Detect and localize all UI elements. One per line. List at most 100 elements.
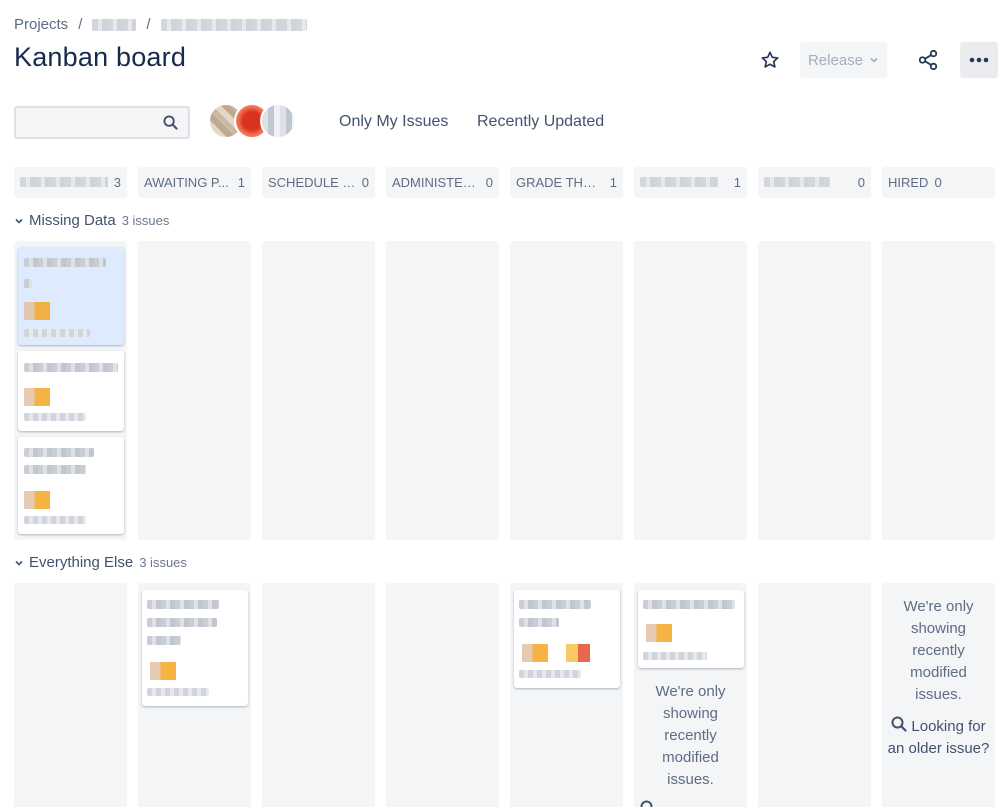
column-name (640, 175, 728, 190)
star-button[interactable] (758, 48, 782, 72)
card-key (147, 688, 209, 696)
card-key (24, 413, 86, 421)
column-cell (758, 583, 871, 807)
recently-modified-message: We're only showing recently modified iss… (634, 681, 747, 791)
column-cell (14, 583, 127, 807)
filter-recently-updated[interactable]: Recently Updated (477, 113, 604, 131)
issue-card[interactable] (514, 590, 620, 688)
message-line: issues. (915, 686, 962, 703)
chevron-down-icon (15, 218, 23, 224)
column-header: SCHEDULE P... 0 (262, 167, 375, 198)
message-line: showing (662, 705, 719, 722)
column-cell (882, 241, 995, 540)
release-label: Release (807, 51, 864, 69)
breadcrumb-separator: / (146, 16, 151, 33)
release-button[interactable]: Release (800, 42, 887, 78)
assignee-avatar (24, 388, 50, 406)
breadcrumb-project-name[interactable] (92, 18, 137, 31)
column-header: ADMINISTER ... 0 (386, 167, 499, 198)
star-icon (761, 51, 779, 68)
assignee-avatar (150, 662, 176, 680)
older-link-text: an older issue? (887, 740, 990, 757)
breadcrumb: Projects / / (14, 16, 307, 33)
swimlane-title: Missing Data (29, 212, 116, 229)
issue-card[interactable] (142, 590, 248, 706)
swimlane-header-missing-data[interactable]: Missing Data 3 issues (14, 212, 169, 229)
card-summary (24, 363, 118, 372)
card-key (24, 329, 90, 337)
chevron-down-icon (15, 560, 23, 566)
card-summary (147, 600, 219, 609)
more-icon (969, 57, 989, 63)
assignee-avatar (566, 644, 590, 662)
message-line: modified (662, 749, 719, 766)
card-key (519, 670, 581, 678)
assignee-avatar (24, 491, 50, 509)
column-count: 0 (485, 175, 493, 190)
search-icon (640, 800, 653, 807)
more-actions-button[interactable] (960, 42, 998, 78)
column-header: 3 (14, 167, 127, 198)
swimlane-issue-count: 3 issues (121, 213, 170, 228)
swimlane-header-everything-else[interactable]: Everything Else 3 issues (14, 554, 187, 571)
column-cell (138, 241, 251, 540)
column-cell (758, 241, 871, 540)
column-count: 3 (113, 175, 121, 190)
column-name: GRADE THE T... (516, 175, 604, 190)
card-summary (147, 618, 217, 627)
column-header: GRADE THE T... 1 (510, 167, 623, 198)
message-line: recently (912, 642, 965, 659)
column-name (764, 175, 852, 190)
card-summary (24, 279, 32, 288)
breadcrumb-board-name[interactable] (160, 18, 307, 31)
search-icon (163, 115, 178, 130)
column-header: HIRED 0 (882, 167, 995, 198)
message-line: showing (910, 620, 967, 637)
swimlane-issue-count: 3 issues (139, 555, 187, 570)
column-header: 1 (634, 167, 747, 198)
column-count: 1 (609, 175, 617, 190)
column-cell (634, 241, 747, 540)
column-cell (386, 583, 499, 807)
card-key (643, 652, 707, 660)
card-summary (147, 636, 181, 645)
chevron-down-icon (870, 57, 878, 63)
column-cell (510, 241, 623, 540)
column-count: 1 (237, 175, 245, 190)
avatar-filter-group (208, 103, 296, 139)
message-line: modified (910, 664, 967, 681)
message-line: We're only (903, 598, 974, 615)
column-count: 0 (934, 175, 942, 190)
card-summary (24, 465, 86, 474)
assignee-avatar (522, 644, 548, 662)
card-summary (519, 600, 591, 609)
column-count: 1 (733, 175, 741, 190)
share-button[interactable] (915, 47, 941, 73)
issue-card[interactable] (638, 590, 744, 668)
breadcrumb-projects[interactable]: Projects (14, 16, 68, 33)
avatar[interactable] (260, 103, 296, 139)
issue-card[interactable] (18, 247, 124, 345)
column-count: 0 (857, 175, 865, 190)
issue-card[interactable] (18, 437, 124, 534)
card-key (24, 516, 86, 524)
column-name (20, 175, 108, 190)
column-cell (262, 583, 375, 807)
issue-card[interactable] (18, 351, 124, 431)
message-line: recently (664, 727, 717, 744)
search-icon (891, 716, 907, 732)
card-summary (643, 600, 735, 609)
column-cell (262, 241, 375, 540)
older-issue-link[interactable]: Looking for an older issue? (882, 716, 995, 760)
filter-only-my-issues[interactable]: Only My Issues (339, 113, 448, 131)
assignee-avatar (646, 624, 672, 642)
column-name: SCHEDULE P... (268, 175, 356, 190)
recently-modified-message: We're only showing recently modified iss… (882, 596, 995, 706)
column-header: 0 (758, 167, 871, 198)
breadcrumb-separator: / (78, 16, 83, 33)
older-link-text: Looking for (911, 718, 986, 735)
card-summary (519, 618, 559, 627)
message-line: We're only (655, 683, 726, 700)
share-icon (918, 49, 938, 71)
card-summary (24, 258, 106, 267)
